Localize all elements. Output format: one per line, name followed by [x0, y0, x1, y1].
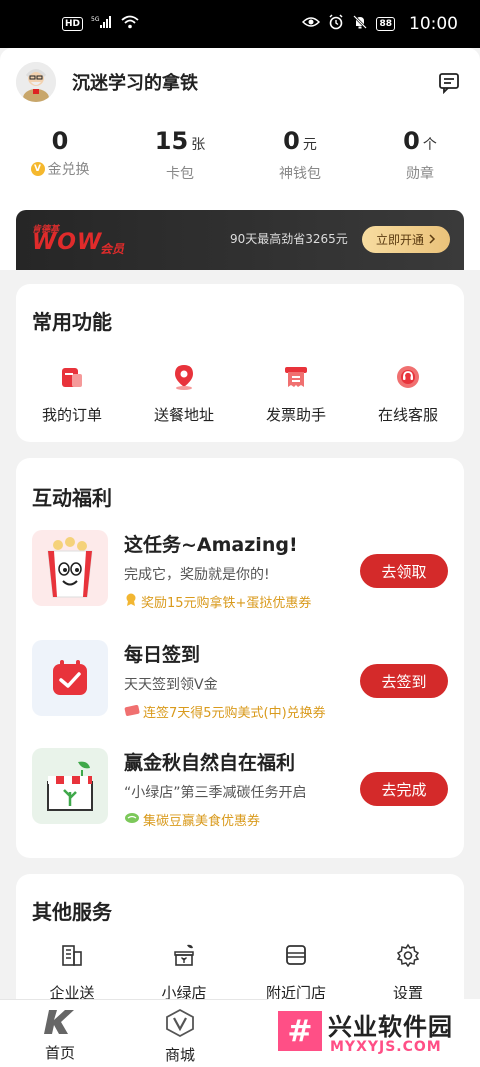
status-bar: HD 5G 88 10:00: [0, 0, 480, 48]
task-subtitle: 天天签到领V金: [124, 677, 218, 693]
task-title: 赢金秋自然自在福利: [124, 752, 296, 774]
task-reward: 奖励15元购拿铁+蛋挞优惠券: [124, 592, 311, 611]
kfc-k-icon: [43, 1008, 77, 1040]
stat-gold-exchange[interactable]: 0 V 金兑换: [0, 125, 120, 183]
stat-wallet[interactable]: 0元 神钱包: [240, 125, 360, 183]
wow-member-label: 会员: [100, 242, 125, 256]
svc-green-store[interactable]: 小绿店: [128, 942, 240, 1003]
common-functions-card: 常用功能 我的订单 送餐地址 发票助手 在线客服: [16, 284, 464, 442]
wifi-icon: [121, 15, 139, 33]
wow-member-banner[interactable]: 肯德基 WOW 会员 90天最高劲省3265元 立即开通: [16, 210, 464, 270]
eye-icon: [302, 16, 321, 32]
complete-button[interactable]: 去完成: [360, 772, 448, 806]
store-icon: [171, 942, 197, 968]
coupon-icon: [124, 703, 140, 721]
checkin-button[interactable]: 去签到: [360, 664, 448, 698]
interactive-benefits-card: 互动福利 这任务~Amazing! 完成它，奖励就是你的! 奖励15元购拿铁+蛋…: [16, 458, 464, 858]
svc-enterprise-delivery[interactable]: 企业送: [16, 942, 128, 1003]
hash-logo-icon: #: [278, 1011, 322, 1051]
stat-medals[interactable]: 0个 勋章: [360, 125, 480, 183]
stat-label: 卡包: [166, 166, 194, 182]
popcorn-bucket-icon: [32, 530, 108, 606]
award-ribbon-icon: [124, 593, 138, 611]
section-title: 互动福利: [32, 486, 112, 510]
task-item-daily-checkin[interactable]: 每日签到 天天签到领V金 连签7天得5元购美式(中)兑换券 去签到: [32, 640, 448, 726]
stat-value: 0: [51, 127, 69, 155]
stat-label: 勋章: [406, 166, 434, 182]
location-pin-icon: [169, 362, 199, 392]
task-subtitle: “小绿店”第三季减碳任务开启: [124, 785, 307, 801]
stat-label: 金兑换: [47, 162, 90, 178]
func-online-service[interactable]: 在线客服: [352, 362, 464, 425]
nav-mall[interactable]: 商城: [140, 1008, 220, 1065]
nav-home[interactable]: 首页: [20, 1008, 100, 1063]
func-label: 我的订单: [41, 406, 102, 424]
carbon-bean-icon: [124, 811, 140, 829]
stat-value: 15: [154, 127, 189, 155]
watermark-text: 兴业软件园: [328, 1013, 453, 1041]
func-my-orders[interactable]: 我的订单: [16, 362, 128, 425]
nearby-store-icon: [283, 942, 309, 968]
wow-save-text: 90天最高劲省3265元: [230, 232, 348, 246]
task-reward-text: 连签7天得5元购美式(中)兑换券: [143, 706, 326, 721]
watermark-url: MYXYJS.COM: [330, 1039, 442, 1055]
status-time: 10:00: [409, 14, 458, 34]
watermark: # 兴业软件园 MYXYJS.COM: [268, 999, 480, 1067]
claim-button[interactable]: 去领取: [360, 554, 448, 588]
mute-bell-icon: [352, 14, 368, 34]
chevron-right-icon: [428, 233, 436, 247]
avatar[interactable]: [16, 62, 56, 102]
task-title: 这任务~Amazing!: [124, 534, 298, 556]
task-reward: 连签7天得5元购美式(中)兑换券: [124, 702, 326, 721]
func-label: 在线客服: [377, 406, 438, 424]
task-reward-text: 集碳豆赢美食优惠券: [143, 814, 261, 829]
task-title: 每日签到: [124, 644, 201, 666]
stat-unit: 个: [422, 137, 437, 153]
task-subtitle: 完成它，奖励就是你的!: [124, 567, 270, 583]
wow-join-label: 立即开通: [375, 233, 424, 247]
order-icon: [57, 362, 87, 392]
hd-icon: HD: [62, 17, 84, 31]
customer-service-icon: [393, 362, 423, 392]
svc-settings[interactable]: 设置: [352, 942, 464, 1003]
func-delivery-address[interactable]: 送餐地址: [128, 362, 240, 425]
task-reward: 集碳豆赢美食优惠券: [124, 810, 260, 829]
svg-text:5G: 5G: [91, 16, 100, 23]
message-icon[interactable]: [438, 72, 460, 95]
func-label: 发票助手: [265, 406, 326, 424]
stat-unit: 张: [191, 137, 206, 153]
battery-icon: 88: [376, 17, 395, 31]
section-title: 常用功能: [32, 310, 112, 334]
mall-v-icon: [164, 1008, 196, 1042]
signal-icon: 5G: [91, 15, 113, 33]
profile-row[interactable]: 沉迷学习的拿铁: [16, 62, 198, 102]
svc-nearby-stores[interactable]: 附近门店: [240, 942, 352, 1003]
stat-card-pack[interactable]: 15 张 卡包: [120, 125, 240, 183]
func-invoice-assistant[interactable]: 发票助手: [240, 362, 352, 425]
nav-label: 商城: [164, 1046, 195, 1064]
alarm-icon: [328, 14, 344, 34]
task-item-amazing[interactable]: 这任务~Amazing! 完成它，奖励就是你的! 奖励15元购拿铁+蛋挞优惠券 …: [32, 530, 448, 616]
nav-label: 首页: [44, 1044, 75, 1062]
stats-row: 0 V 金兑换 15 张 卡包 0元 神钱包 0个 勋章: [0, 125, 480, 183]
wow-join-button[interactable]: 立即开通: [362, 226, 450, 253]
username: 沉迷学习的拿铁: [72, 73, 198, 94]
gear-icon: [395, 942, 421, 968]
task-item-green-store[interactable]: 赢金秋自然自在福利 “小绿店”第三季减碳任务开启 集碳豆赢美食优惠券 去完成: [32, 748, 448, 834]
stat-value: 0: [283, 127, 300, 155]
green-store-icon: [32, 748, 108, 824]
v-coin-icon: V: [30, 162, 45, 176]
building-icon: [59, 942, 85, 968]
stat-label: 神钱包: [279, 166, 321, 182]
wow-logo: WOW: [32, 230, 103, 255]
section-title: 其他服务: [32, 900, 112, 924]
stat-value: 0: [403, 127, 420, 155]
stat-unit: 元: [302, 137, 317, 153]
invoice-icon: [281, 362, 311, 392]
func-label: 送餐地址: [153, 406, 214, 424]
calendar-check-icon: [32, 640, 108, 716]
task-reward-text: 奖励15元购拿铁+蛋挞优惠券: [141, 596, 312, 611]
